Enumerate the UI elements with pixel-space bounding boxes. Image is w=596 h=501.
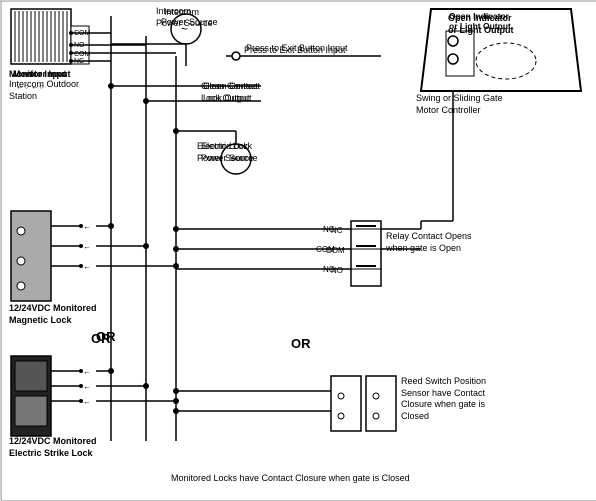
clean-contact-label: Clean Contact Lock Output — [201, 81, 258, 104]
svg-text:←: ← — [83, 262, 91, 271]
wiring-diagram: COM NO COM NC Monitor Input ←○ ←○ ~ Inte… — [0, 0, 596, 500]
intercom-power-label: Intercom Power Source — [156, 6, 213, 29]
com-label1: COM — [316, 245, 335, 255]
svg-text:←: ← — [83, 222, 91, 231]
or2-label: OR — [291, 336, 311, 353]
svg-text:←: ← — [83, 367, 91, 376]
svg-text:←: ← — [83, 397, 91, 406]
no-label1: NO — [323, 265, 335, 275]
intercom-outdoor-label: Intercom Outdoor Station — [9, 79, 79, 102]
monitored-locks-label: Monitored Locks have Contact Closure whe… — [171, 473, 410, 485]
electric-lock-power-label: Electric Lock Power Source — [197, 141, 254, 164]
swing-gate-label: Swing or Sliding Gate Motor Controller — [416, 93, 503, 116]
svg-text:←: ← — [83, 242, 91, 251]
press-to-exit-label: Press to Exit Button Input — [244, 45, 346, 57]
svg-text:COM: COM — [74, 51, 91, 58]
or1-label: OR — [91, 331, 111, 348]
magnetic-lock-label: 12/24VDC Monitored Magnetic Lock — [9, 303, 97, 326]
relay-contact-label: Relay Contact Opens when gate is Open — [386, 231, 472, 254]
nc-label1: NC — [323, 225, 335, 235]
electric-strike-label: 12/24VDC Monitored Electric Strike Lock — [9, 436, 97, 459]
svg-text:←: ← — [83, 382, 91, 391]
reed-switch-label: Reed Switch Position Sensor have Contact… — [401, 376, 486, 423]
open-indicator-label: Open Indicator or Light Output — [448, 13, 513, 36]
